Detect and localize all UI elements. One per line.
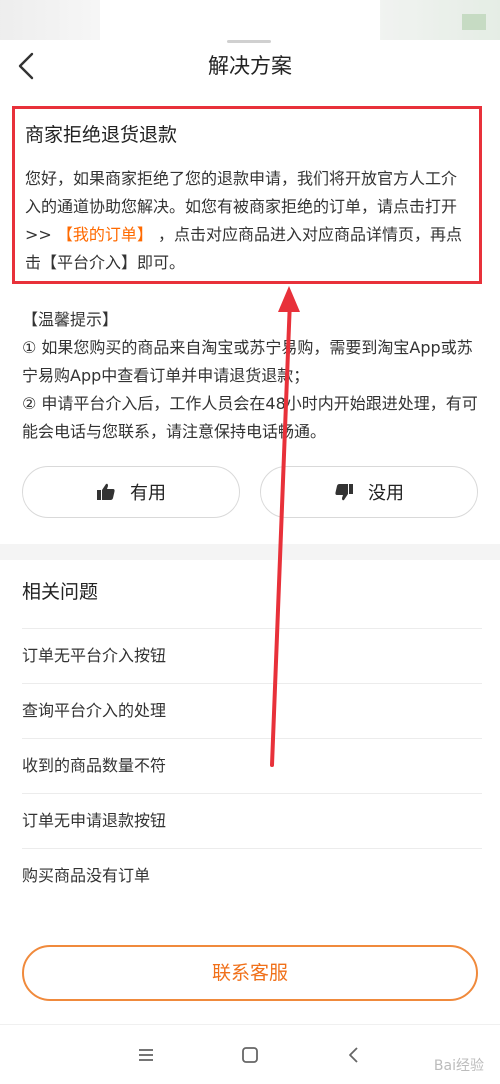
tips-item-2: ② 申请平台介入后，工作人员会在48小时内开始跟进处理，有可能会电话与您联系，请… [22,394,478,441]
tips-heading: 【温馨提示】 [22,310,119,329]
page-title: 解决方案 [208,54,292,78]
related-item[interactable]: 购买商品没有订单 [22,848,482,903]
back-triangle-icon [349,1047,358,1063]
menu-icon [139,1049,153,1061]
status-bar-right [380,0,500,40]
useful-button[interactable]: 有用 [22,466,240,518]
useful-label: 有用 [130,483,166,504]
home-nav-button[interactable] [238,1043,262,1067]
thumbs-up-icon [97,483,115,500]
useless-label: 没用 [368,483,404,504]
related-item[interactable]: 订单无申请退款按钮 [22,793,482,848]
useless-button[interactable]: 没用 [260,466,478,518]
related-item[interactable]: 查询平台介入的处理 [22,683,482,738]
thumbs-down-icon [335,484,353,501]
related-item[interactable]: 订单无平台介入按钮 [22,628,482,683]
header: 解决方案 [0,40,500,92]
related-title: 相关问题 [22,581,99,603]
tips-item-1: ① 如果您购买的商品来自淘宝或苏宁易购，需要到淘宝App或苏宁易购App中查看订… [22,338,473,385]
my-orders-link[interactable]: 【我的订单】 [57,225,153,244]
section-divider [0,544,500,560]
related-list: 订单无平台介入按钮 查询平台介入的处理 收到的商品数量不符 订单无申请退款按钮 … [22,628,482,903]
solution-card: 商家拒绝退货退款 您好，如果商家拒绝了您的退款申请，我们将开放官方人工介入的通道… [12,106,482,284]
system-nav-bar [0,1024,500,1084]
tips-section: 【温馨提示】 ① 如果您购买的商品来自淘宝或苏宁易购，需要到淘宝App或苏宁易购… [22,306,482,446]
status-bar-left [0,0,100,40]
home-square-icon [242,1047,258,1063]
related-item[interactable]: 收到的商品数量不符 [22,738,482,793]
solution-body: 您好，如果商家拒绝了您的退款申请，我们将开放官方人工介入的通道协助您解决。如您有… [25,165,469,277]
contact-service-button[interactable]: 联系客服 [22,945,478,1001]
back-nav-button[interactable] [342,1043,366,1067]
watermark-logo: Bai经验 [433,1058,484,1074]
menu-nav-button[interactable] [134,1043,158,1067]
solution-title: 商家拒绝退货退款 [25,124,178,146]
